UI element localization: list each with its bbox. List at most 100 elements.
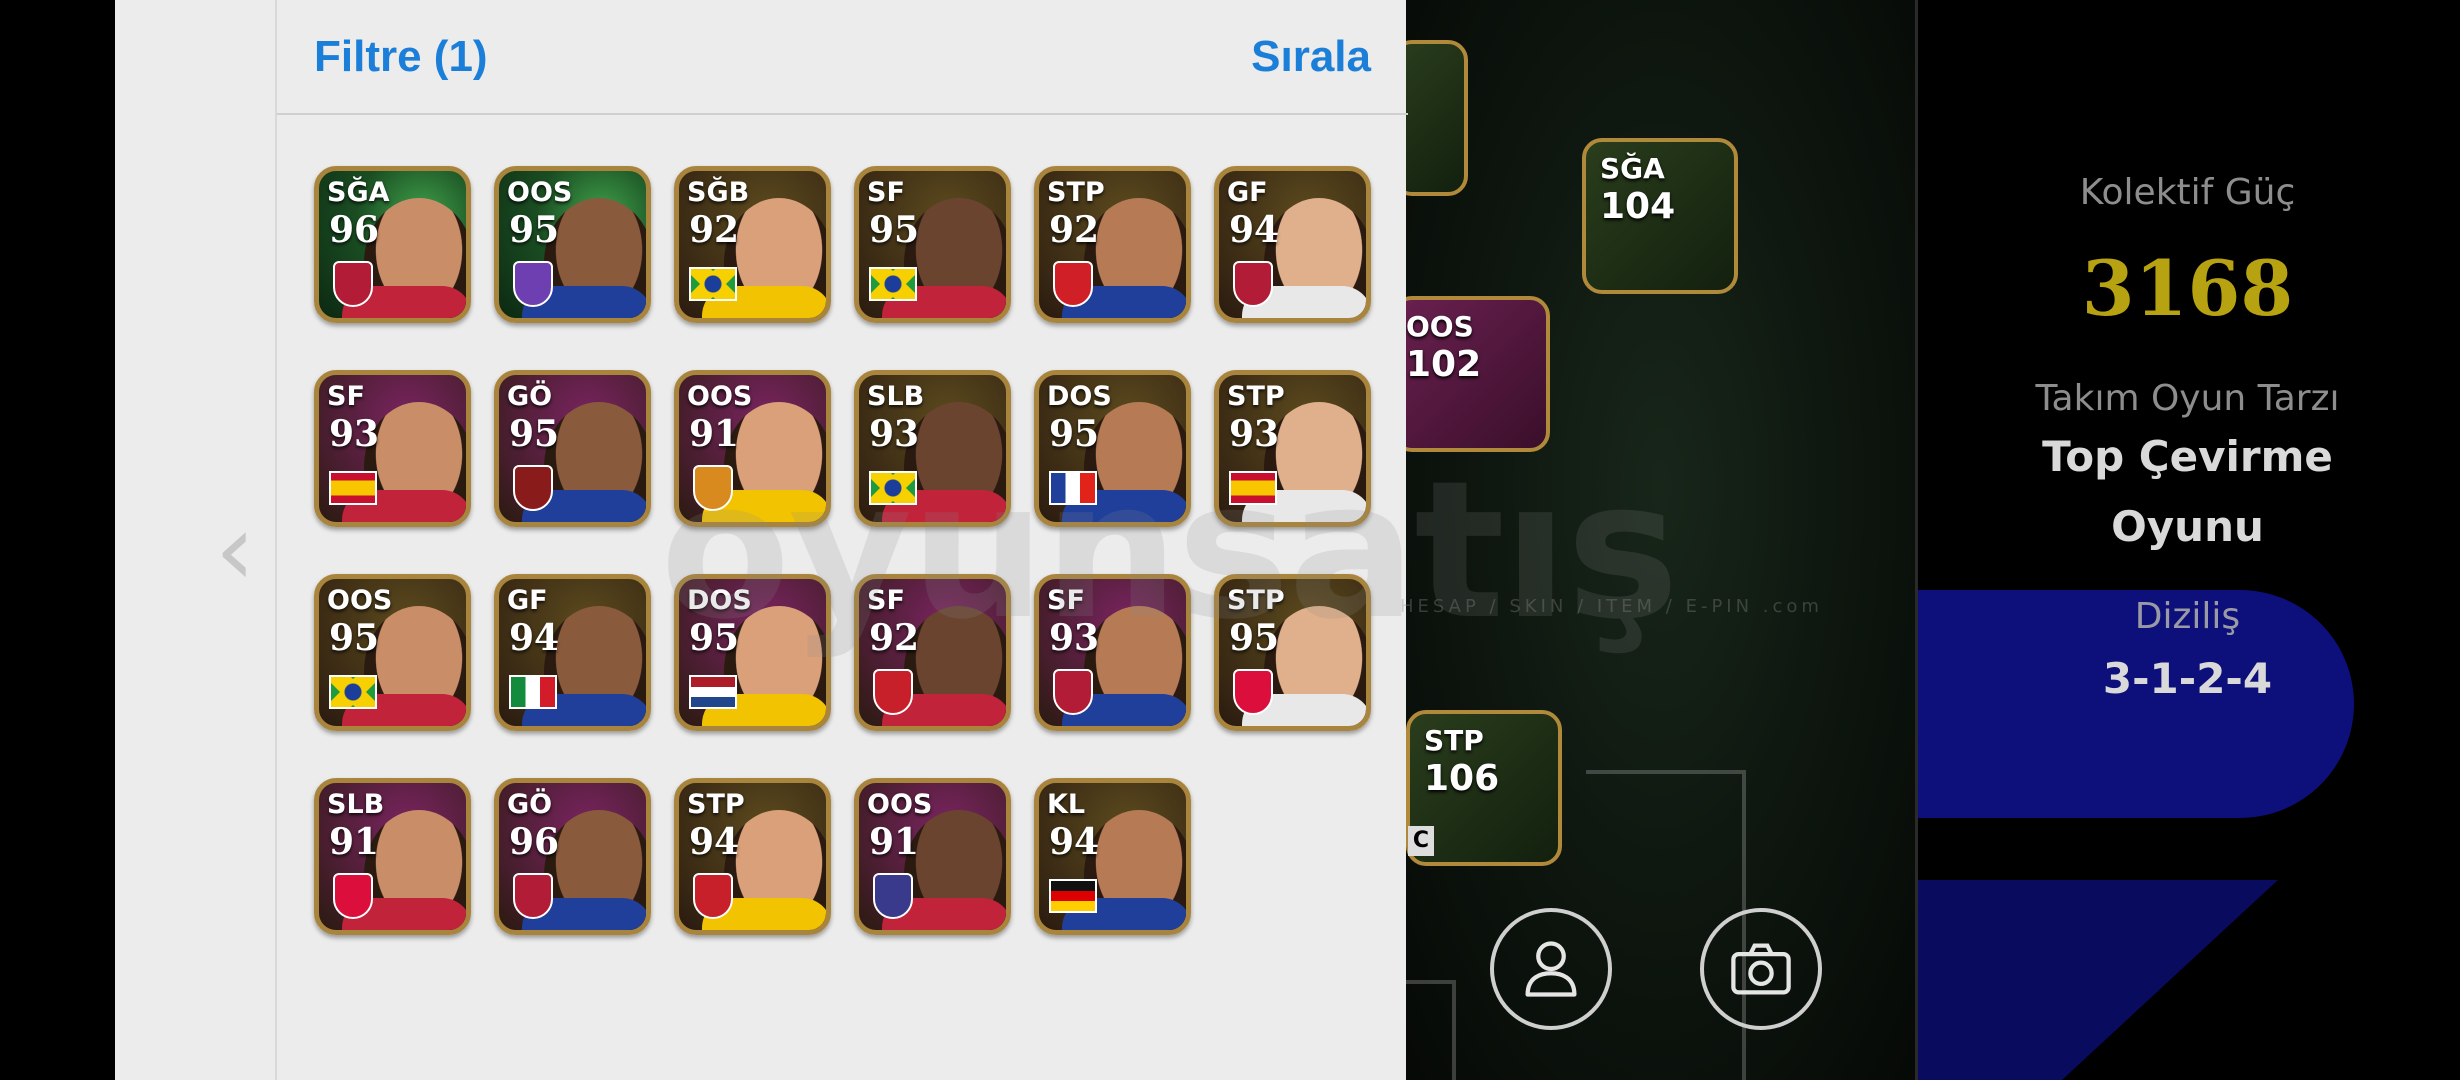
player-card[interactable]: DOS 95 [674, 574, 831, 731]
player-card[interactable]: STP 95 [1214, 574, 1371, 731]
player-card[interactable]: STP 94 [674, 778, 831, 935]
player-card[interactable]: SF 92 [854, 574, 1011, 731]
pitch-card-position: STP [1424, 724, 1484, 757]
player-rating: 95 [509, 413, 560, 455]
playstyle-value-line1: Top Çevirme [2042, 432, 2333, 481]
club-crest-icon [333, 873, 373, 919]
watermark-subtext: HESAP / SKIN / ITEM / E-PIN .com [1400, 596, 1823, 617]
player-card[interactable]: DOS 95 [1034, 370, 1191, 527]
player-card[interactable]: OOS 95 [314, 574, 471, 731]
player-rating: 95 [1229, 617, 1280, 659]
player-card[interactable]: OOS 91 [674, 370, 831, 527]
player-card[interactable]: SF 93 [1034, 574, 1191, 731]
player-position: STP [1227, 585, 1285, 616]
flag-italy-icon [509, 675, 557, 709]
playstyle-label: Takım Oyun Tarzı [2035, 378, 2340, 419]
club-crest-icon [1233, 261, 1273, 307]
player-position: STP [1227, 381, 1285, 412]
player-rating: 91 [869, 821, 920, 863]
captain-badge: C [1408, 826, 1434, 856]
player-position: SF [867, 177, 905, 208]
player-rating: 93 [1229, 413, 1280, 455]
filter-button[interactable]: Filtre (1) [314, 32, 488, 82]
player-card[interactable]: STP 92 [1034, 166, 1191, 323]
flag-france-icon [1049, 471, 1097, 505]
club-crest-icon [513, 873, 553, 919]
pitch-card-position: SĞA [1600, 152, 1665, 185]
club-crest-icon [693, 873, 733, 919]
collective-strength-value: 3168 [2081, 244, 2294, 333]
player-position: SLB [867, 381, 925, 412]
player-card[interactable]: STP 93 [1214, 370, 1371, 527]
player-position: SĞA [327, 177, 390, 208]
formation-label: Diziliş [2134, 596, 2241, 637]
player-card[interactable]: SLB 93 [854, 370, 1011, 527]
pitch-card-rating: 106 [1424, 758, 1500, 799]
player-card[interactable]: SĞA 96 [314, 166, 471, 323]
pitch-card-rating: 102 [1406, 344, 1482, 385]
player-rating: 93 [869, 413, 920, 455]
playstyle-value-line2: Oyunu [2111, 502, 2264, 551]
chevron-left-icon[interactable]: ‹ [215, 500, 255, 600]
collective-strength-label: Kolektif Güç [2079, 172, 2296, 213]
player-position: STP [1047, 177, 1105, 208]
pitch-card-am[interactable]: OOS 102 [1392, 296, 1550, 452]
player-card[interactable]: KL 94 [1034, 778, 1191, 935]
player-rating: 96 [509, 821, 560, 863]
flag-brazil-icon [689, 267, 737, 301]
player-card[interactable]: GÖ 95 [494, 370, 651, 527]
pitch-card-rw[interactable]: SĞA 104 [1582, 138, 1738, 294]
player-card[interactable]: OOS 91 [854, 778, 1011, 935]
profile-button[interactable] [1490, 908, 1612, 1030]
pitch-card-rating: 104 [1600, 186, 1676, 227]
player-position: OOS [507, 177, 573, 208]
player-card[interactable]: SĞB 92 [674, 166, 831, 323]
player-position: SF [1047, 585, 1085, 616]
player-card[interactable]: SF 93 [314, 370, 471, 527]
player-rating: 93 [329, 413, 380, 455]
player-card[interactable]: GF 94 [1214, 166, 1371, 323]
player-rating: 95 [689, 617, 740, 659]
club-crest-icon [513, 261, 553, 307]
player-position: GÖ [507, 789, 553, 820]
camera-button[interactable] [1700, 908, 1822, 1030]
panel-header: Filtre (1) Sırala [277, 0, 1408, 115]
player-selection-panel: Filtre (1) Sırala SĞA 96 OOS 95 SĞB 92 SF 95 STP… [275, 0, 1408, 1080]
sort-button[interactable]: Sırala [1251, 32, 1371, 82]
flag-spain-icon [329, 471, 377, 505]
app-screen: SĞA 104 OOS 102 STP 106 C Kolektif Güç 3… [0, 0, 2460, 1080]
club-crest-icon [1233, 669, 1273, 715]
player-position: GF [507, 585, 548, 616]
player-rating: 94 [1049, 821, 1100, 863]
player-rating: 92 [869, 617, 920, 659]
player-rating: 91 [689, 413, 740, 455]
player-rating: 95 [329, 617, 380, 659]
player-position: OOS [327, 585, 393, 616]
player-card[interactable]: OOS 95 [494, 166, 651, 323]
player-position: SĞB [687, 177, 750, 208]
pitch-card-position: OOS [1406, 310, 1474, 343]
player-card[interactable]: SF 95 [854, 166, 1011, 323]
player-rating: 92 [689, 209, 740, 251]
player-position: OOS [687, 381, 753, 412]
player-rating: 96 [329, 209, 380, 251]
player-position: SLB [327, 789, 385, 820]
club-crest-icon [1053, 261, 1093, 307]
player-card[interactable]: GÖ 96 [494, 778, 651, 935]
player-card[interactable]: SLB 91 [314, 778, 471, 935]
player-position: OOS [867, 789, 933, 820]
club-crest-icon [333, 261, 373, 307]
flag-brazil-icon [329, 675, 377, 709]
player-rating: 95 [509, 209, 560, 251]
player-rating: 95 [1049, 413, 1100, 455]
flag-germany-icon [1049, 879, 1097, 913]
club-crest-icon [873, 669, 913, 715]
formation-value: 3-1-2-4 [2102, 654, 2273, 703]
player-position: STP [687, 789, 745, 820]
player-rating: 91 [329, 821, 380, 863]
flag-spain-icon [1229, 471, 1277, 505]
player-position: SF [327, 381, 365, 412]
player-card[interactable]: GF 94 [494, 574, 651, 731]
flag-brazil-icon [869, 267, 917, 301]
player-rating: 93 [1049, 617, 1100, 659]
